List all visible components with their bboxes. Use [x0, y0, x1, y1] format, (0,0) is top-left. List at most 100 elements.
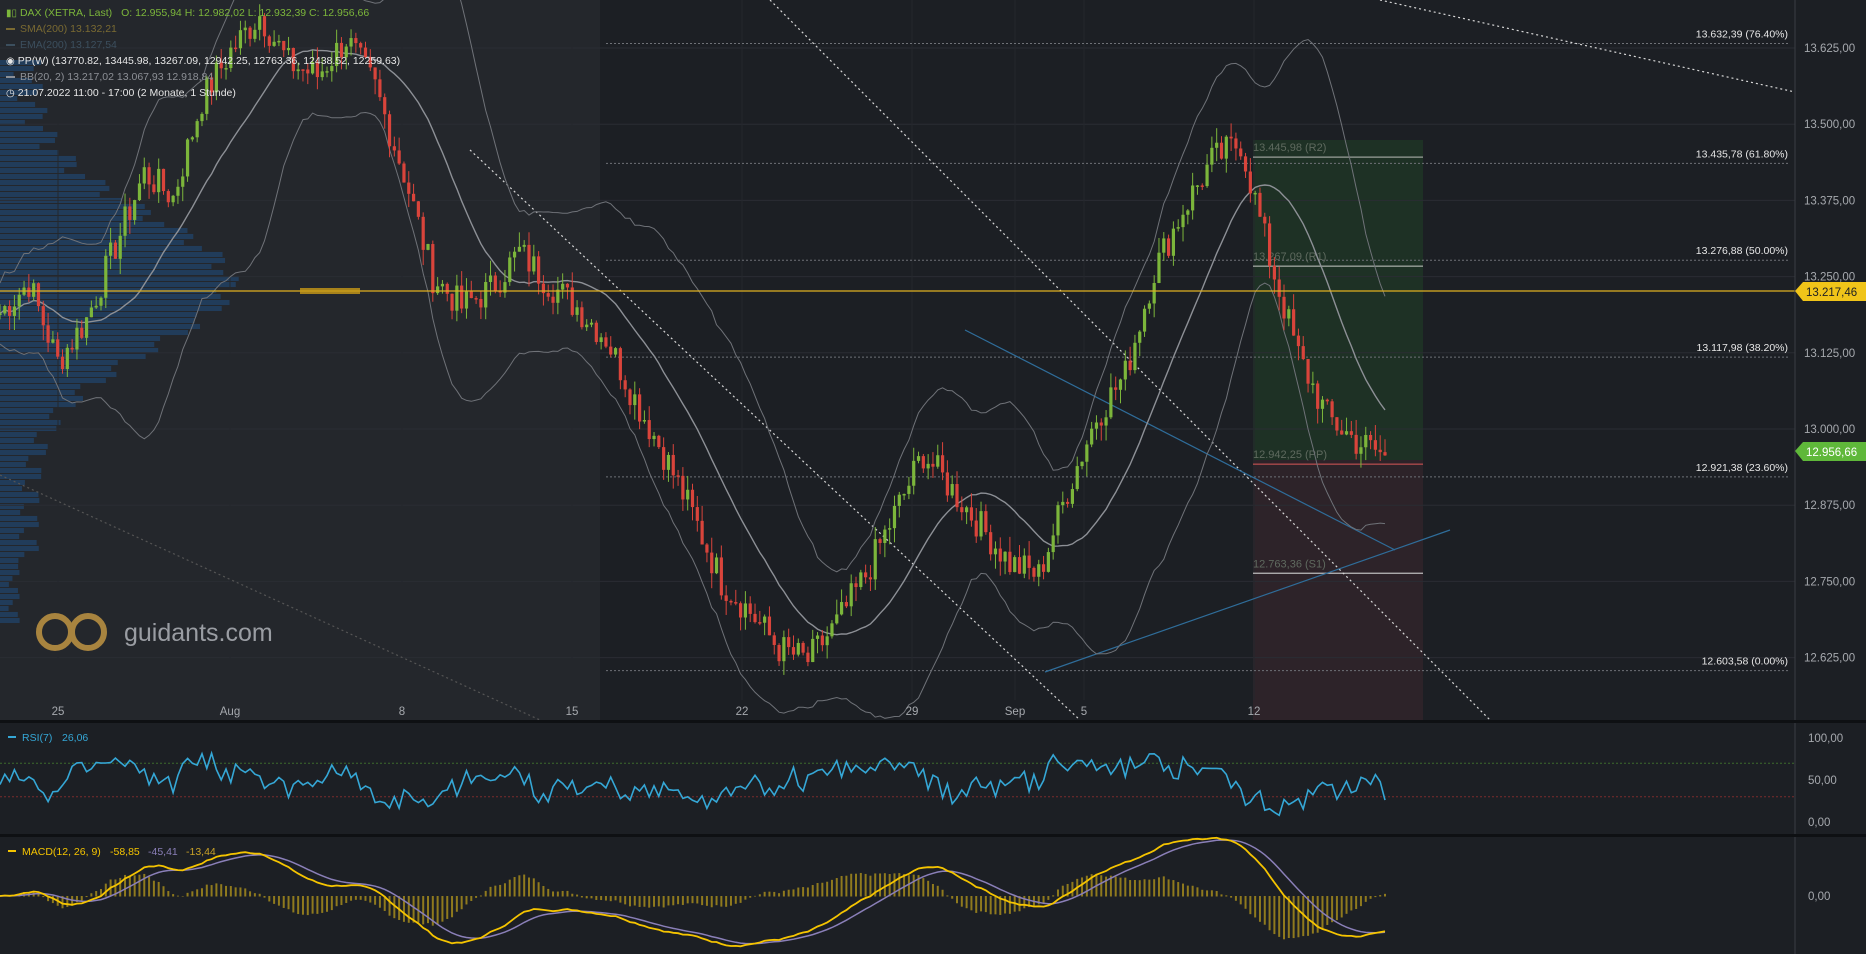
macd-histogram-bar: [628, 896, 631, 907]
macd-histogram-bar: [441, 896, 444, 922]
macd-histogram-bar: [989, 896, 992, 915]
candle-body: [1104, 417, 1108, 426]
candle-body: [113, 242, 118, 259]
macd-histogram-bar: [162, 886, 165, 897]
candle-body: [589, 322, 594, 325]
macd-histogram-bar: [672, 896, 675, 906]
macd-histogram-bar: [234, 887, 237, 897]
pivot-label: 13.445,98 (R2): [1253, 142, 1326, 154]
macd-histogram-bar: [859, 872, 862, 897]
instrument-ohlc: O: 12.955,94 H: 12.982,02 L: 12.932,39 C…: [121, 7, 370, 19]
clock-icon: ◷: [6, 88, 15, 99]
guidants-logo: guidants.com: [36, 613, 273, 651]
bb-swatch: [6, 76, 15, 79]
macd-histogram-bar: [1379, 895, 1382, 897]
ema-legend[interactable]: EMA(200) 13.127,54: [6, 37, 117, 53]
candle-body: [56, 339, 60, 357]
macd-histogram-bar: [532, 878, 535, 897]
macd-histogram-bar: [1196, 887, 1199, 897]
candle-body: [1128, 360, 1132, 371]
volume-profile-bar: [0, 126, 44, 131]
macd-histogram-bar: [691, 896, 694, 904]
price-tick-label: 13.000,00: [1804, 424, 1855, 436]
pp-text: PP(W) (13770.82, 13445.98, 13267.09, 129…: [17, 55, 401, 67]
macd-histogram-bar: [508, 879, 511, 897]
macd-histogram-bar: [225, 885, 228, 897]
volume-profile-bar: [0, 210, 151, 215]
candle-body: [436, 286, 440, 294]
candle-body: [1157, 252, 1161, 284]
candle-body: [51, 339, 55, 343]
rsi-separator[interactable]: [0, 720, 1866, 723]
macd-histogram-bar: [907, 875, 910, 897]
macd-separator[interactable]: [0, 834, 1866, 837]
time-tick-label: Aug: [220, 706, 240, 718]
macd-histogram-bar: [883, 873, 886, 897]
candle-body: [1094, 422, 1099, 429]
macd-histogram-bar: [797, 887, 800, 897]
candle-body: [1037, 564, 1041, 577]
candle-body: [89, 307, 93, 318]
candle-body: [421, 216, 425, 250]
range-legend[interactable]: ◷ 21.07.2022 11:00 - 17:00 (2 Monate, 1 S…: [6, 85, 236, 102]
macd-histogram-bar: [220, 884, 223, 897]
macd-histogram-bar: [1023, 896, 1026, 909]
macd-histogram-bar: [1355, 896, 1358, 910]
macd-histogram-bar: [1056, 889, 1059, 897]
macd-histogram-bar: [619, 896, 622, 903]
macd-histogram-bar: [826, 881, 829, 897]
price-tick-label: 12.625,00: [1804, 653, 1855, 665]
macd-histogram-bar: [369, 896, 372, 903]
radio-icon: ◉: [6, 56, 15, 67]
candle-body: [974, 520, 978, 537]
candle-body: [238, 30, 243, 49]
candle-body: [1046, 552, 1050, 572]
macd-histogram-bar: [388, 896, 391, 916]
candle-body: [1085, 444, 1089, 462]
volume-profile-bar: [0, 132, 58, 137]
candle-body: [118, 235, 122, 259]
macd-histogram-bar: [350, 896, 353, 901]
candle-body: [897, 494, 901, 506]
candle-body: [27, 287, 31, 297]
candle-body: [157, 168, 161, 193]
rsi-value: 26,06: [62, 732, 88, 744]
candle-body: [787, 637, 791, 648]
macd-histogram-bar: [239, 887, 242, 897]
candle-body: [1041, 564, 1046, 572]
time-tick-label: 8: [399, 706, 405, 718]
candle-body: [642, 420, 647, 422]
volume-profile-bar: [0, 204, 145, 209]
macd-histogram-bar: [191, 891, 194, 897]
macd-histogram-bar: [739, 896, 742, 903]
candle-body: [671, 454, 675, 476]
candle-body: [94, 305, 98, 308]
volume-profile-bar: [0, 468, 42, 473]
candle-body: [455, 285, 459, 311]
macd-histogram-bar: [552, 891, 555, 897]
candle-body: [1195, 185, 1200, 187]
candle-body: [796, 642, 800, 655]
macd-histogram-bar: [782, 890, 785, 897]
candle-body: [248, 27, 252, 39]
macd-histogram-bar: [513, 877, 516, 897]
macd-histogram-bar: [316, 896, 319, 914]
candle-body: [1325, 399, 1329, 402]
instrument-legend[interactable]: ▮▯ DAX (XETRA, Last) O: 12.955,94 H: 12.…: [6, 5, 369, 22]
candle-body: [868, 577, 873, 580]
horizontal-line-handle[interactable]: [300, 288, 360, 294]
candle-body: [479, 298, 483, 308]
volume-profile-bar: [0, 246, 202, 251]
macd-histogram-bar: [1258, 896, 1261, 922]
candle-body: [1243, 156, 1248, 172]
macd-histogram-bar: [725, 896, 728, 907]
candle-body: [931, 463, 935, 467]
pivot-legend[interactable]: ◉ PP(W) (13770.82, 13445.98, 13267.09, 12…: [6, 53, 400, 70]
macd-histogram-bar: [205, 884, 208, 897]
macd-histogram-bar: [1220, 894, 1223, 897]
sma-legend[interactable]: SMA(200) 13.132,21: [6, 21, 117, 37]
bb-legend[interactable]: BB(20, 2) 13.217,02 13.067,93 12.918,84: [6, 69, 213, 85]
macd-histogram-bar: [196, 889, 199, 897]
candle-body: [522, 244, 526, 247]
chart-canvas[interactable]: 13.632,39 (76.40%) 13.435,78 (61.80%) 13.2…: [0, 0, 1866, 954]
